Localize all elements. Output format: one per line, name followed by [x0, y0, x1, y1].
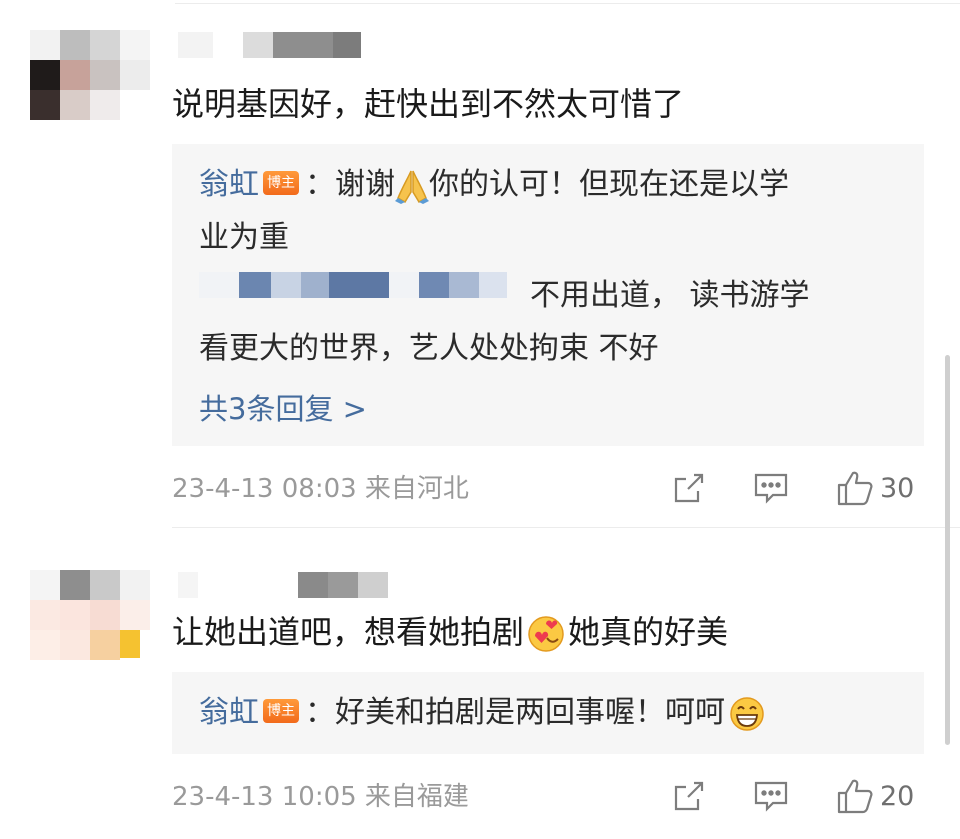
- blogger-badge: 博主: [263, 170, 299, 195]
- comment-text-a: 让她出道吧，想看她拍剧: [172, 613, 525, 651]
- like-button[interactable]: 20: [836, 777, 914, 815]
- comment-button[interactable]: [753, 779, 789, 813]
- comment-text: 说明基因好，赶快出到不然太可惜了: [172, 85, 685, 123]
- comment-icon: [754, 781, 788, 812]
- share-icon: [674, 473, 704, 503]
- reply-box[interactable]: 翁虹 博主 ：好美和拍剧是两回事喔！呵呵: [172, 672, 924, 754]
- reply-line-3: 不用出道， 读书游学: [530, 278, 810, 313]
- share-button[interactable]: [672, 779, 706, 813]
- reply-text-a: ：谢谢: [305, 167, 395, 202]
- reply-line-1: 翁虹 博主 ：谢谢 你的认可！但现在还是以学: [199, 166, 789, 204]
- like-button[interactable]: 30: [836, 469, 914, 507]
- top-divider: [175, 3, 960, 4]
- reply-text: ：好美和拍剧是两回事喔！呵呵: [305, 695, 725, 730]
- comment-button[interactable]: [753, 471, 789, 505]
- reply-line-1: 翁虹 博主 ：好美和拍剧是两回事喔！呵呵: [199, 694, 765, 732]
- timestamp-location: 23-4-13 10:05 来自福建: [172, 782, 469, 812]
- avatar[interactable]: [30, 30, 150, 120]
- grin-emoji-icon: [730, 696, 764, 731]
- reply-author[interactable]: 翁虹: [199, 167, 259, 202]
- username-obscured[interactable]: [178, 32, 361, 58]
- like-count: 20: [880, 780, 915, 812]
- comment-text: 让她出道吧，想看她拍剧 她真的好美: [172, 612, 728, 654]
- mention-obscured[interactable]: [199, 272, 507, 298]
- timestamp-location: 23-4-13 08:03 来自河北: [172, 474, 469, 504]
- username-obscured[interactable]: [178, 572, 388, 598]
- comment-text-b: 她真的好美: [568, 613, 729, 651]
- like-icon: [837, 779, 873, 814]
- reply-box[interactable]: 翁虹 博主 ：谢谢 你的认可！但现在还是以学 业为重 不用出道， 读书游学 看更大的…: [172, 144, 924, 446]
- comment-divider: [172, 527, 960, 528]
- heart-face-emoji-icon: [528, 616, 564, 652]
- reply-line-4: 看更大的世界，艺人处处拘束 不好: [199, 331, 659, 366]
- more-replies-link[interactable]: 共3条回复 >: [199, 386, 367, 428]
- share-icon: [674, 781, 704, 811]
- share-button[interactable]: [672, 471, 706, 505]
- blogger-badge: 博主: [263, 698, 299, 723]
- reply-author[interactable]: 翁虹: [199, 695, 259, 730]
- comment-icon: [754, 473, 788, 504]
- reply-line-2: 业为重: [199, 220, 289, 255]
- like-count: 30: [880, 472, 915, 504]
- scrollbar[interactable]: [945, 355, 950, 745]
- reply-text-b: 你的认可！但现在还是以学: [429, 167, 789, 202]
- like-icon: [837, 471, 873, 506]
- avatar-badge: [120, 630, 140, 658]
- pray-emoji-icon: [395, 170, 429, 204]
